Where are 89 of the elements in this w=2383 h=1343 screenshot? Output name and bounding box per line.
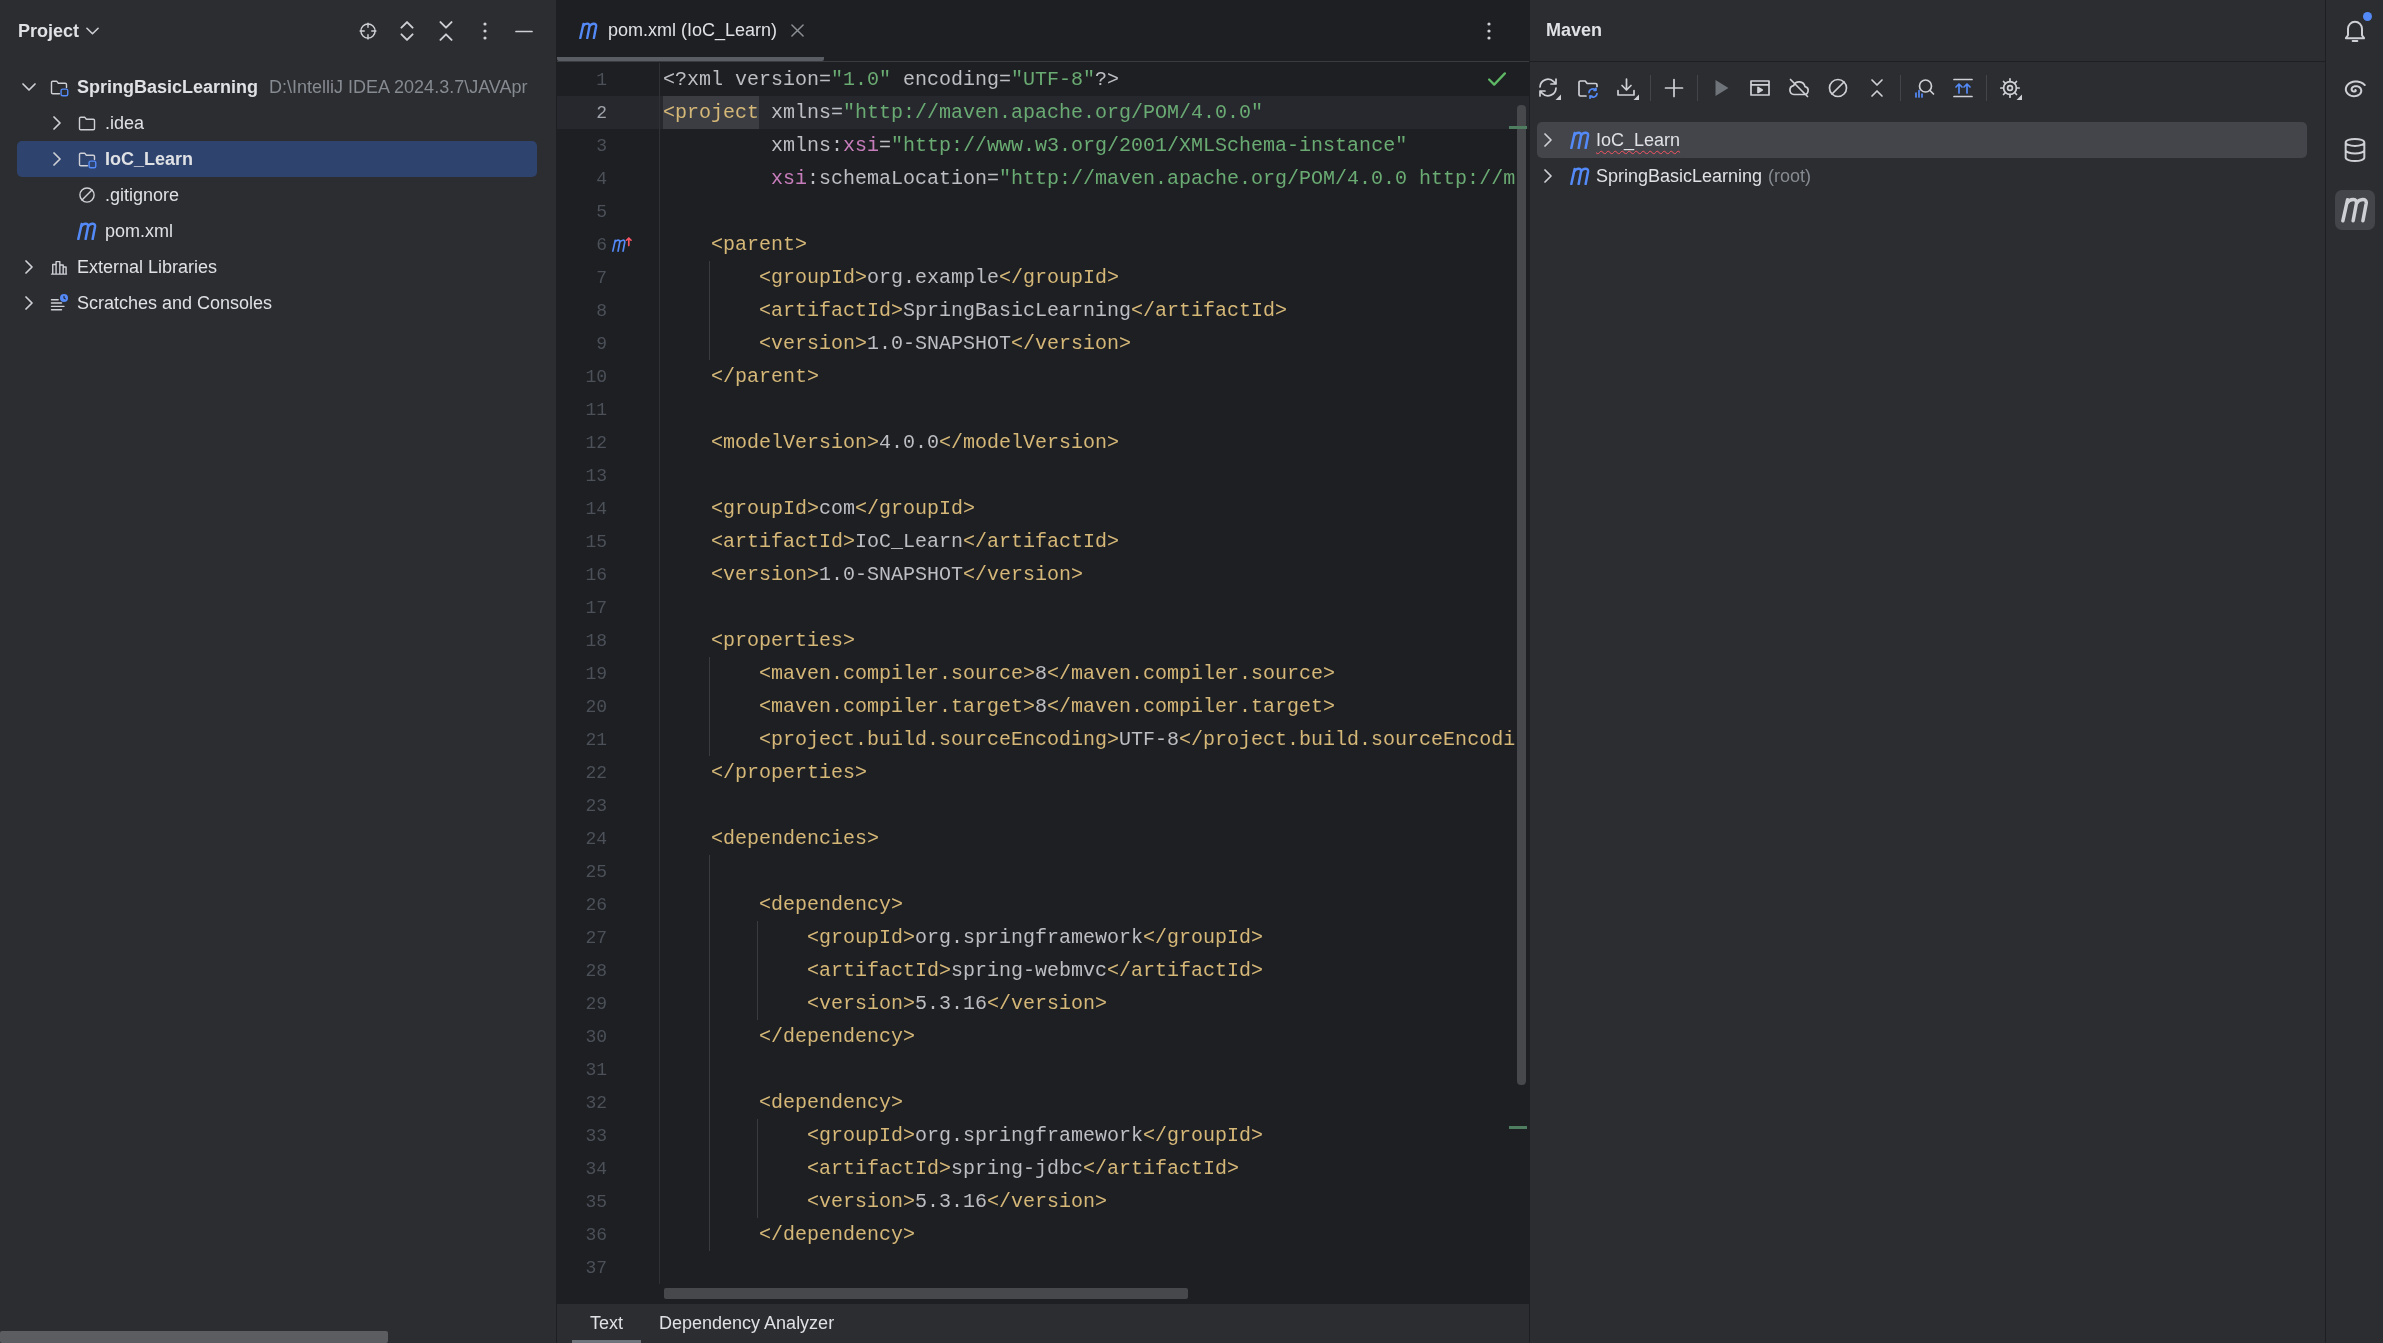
code-line: <version>1.0-SNAPSHOT</version> bbox=[759, 331, 1132, 357]
tree-item[interactable]: pom.xml bbox=[17, 213, 537, 249]
code-line: </parent> bbox=[711, 364, 820, 390]
letter-m-icon bbox=[1570, 130, 1590, 150]
chevron-down-icon[interactable] bbox=[86, 27, 100, 35]
code-line: <maven.compiler.source>8</maven.compiler.source> bbox=[759, 661, 1336, 687]
tree-item[interactable]: IoC_Learn bbox=[17, 141, 537, 177]
line-number: 2 bbox=[595, 102, 607, 123]
editor-tab[interactable]: pom.xml (IoC_Learn) bbox=[557, 0, 825, 61]
code-line: <artifactId>spring-jdbc</artifactId> bbox=[807, 1156, 1240, 1182]
cloud-off-icon[interactable] bbox=[1787, 76, 1811, 100]
code-line: <?xml version="1.0" encoding="UTF-8"?> bbox=[663, 67, 1120, 93]
code-line: <modelVersion>4.0.0</modelVersion> bbox=[711, 430, 1120, 456]
close-icon[interactable] bbox=[791, 24, 805, 37]
code-line: <project.build.sourceEncoding>UTF-8</project.build.sourceEncodi bbox=[759, 727, 1516, 753]
scrollbar-thumb[interactable] bbox=[664, 1288, 1188, 1299]
code-line: <dependency> bbox=[759, 892, 904, 918]
plus-icon[interactable] bbox=[1662, 76, 1686, 100]
tree-item[interactable]: .idea bbox=[17, 105, 537, 141]
check-icon bbox=[1488, 72, 1506, 86]
chevron-right-icon[interactable] bbox=[53, 116, 61, 130]
letter-m-icon[interactable] bbox=[2340, 197, 2369, 223]
code-line: </dependency> bbox=[759, 1222, 916, 1248]
change-marker-icon bbox=[1509, 126, 1527, 129]
code-line: <artifactId>SpringBasicLearning</artifactId> bbox=[759, 298, 1288, 324]
code-line: <version>5.3.16</version> bbox=[807, 991, 1108, 1017]
scrollbar-thumb[interactable] bbox=[1517, 105, 1526, 1085]
circle-slash-icon[interactable] bbox=[1826, 76, 1850, 100]
tool-window-button[interactable] bbox=[2334, 190, 2375, 230]
code-line: <version>5.3.16</version> bbox=[807, 1189, 1108, 1215]
letter-m-icon bbox=[1570, 166, 1590, 186]
module-note: (root) bbox=[1768, 165, 1812, 187]
circle-slash-icon bbox=[77, 185, 97, 205]
letter-m-icon bbox=[579, 21, 598, 40]
tree-item[interactable]: Scratches and Consoles bbox=[17, 285, 537, 321]
code-line: <parent> bbox=[711, 232, 807, 258]
chevron-down-icon[interactable] bbox=[22, 83, 36, 91]
chevron-right-icon[interactable] bbox=[1544, 133, 1552, 147]
code-line: </properties> bbox=[711, 760, 868, 786]
magnifier-bars-icon[interactable] bbox=[1912, 76, 1936, 100]
code-line: <groupId>org.springframework</groupId> bbox=[807, 1123, 1264, 1149]
project-view-selector[interactable]: Project bbox=[18, 20, 100, 42]
panel-title: Maven bbox=[1546, 20, 1603, 41]
settings-icon[interactable] bbox=[1998, 76, 2022, 100]
module-folder-icon bbox=[49, 77, 69, 97]
module-folder-icon bbox=[77, 149, 97, 169]
tree-item[interactable]: .gitignore bbox=[17, 177, 537, 213]
tree-item[interactable]: External Libraries bbox=[17, 249, 537, 285]
code-line: <properties> bbox=[711, 628, 856, 654]
collapse-all-icon[interactable] bbox=[439, 21, 453, 41]
code-line: xsi:schemaLocation="http://maven.apache.org/POM/4.0.0 http://m bbox=[771, 166, 1516, 192]
code-line: </dependency> bbox=[759, 1024, 916, 1050]
tree-item[interactable]: SpringBasicLearning D:\IntelliJ IDEA 2024.3.7\JAVApr bbox=[17, 69, 537, 105]
folder-icon bbox=[77, 113, 97, 133]
crosshair-icon[interactable] bbox=[358, 21, 378, 41]
expand-all-icon[interactable] bbox=[400, 21, 414, 41]
code-line: <groupId>org.springframework</groupId> bbox=[807, 925, 1264, 951]
path-hint: D:\IntelliJ IDEA 2024.3.7\JAVApr bbox=[269, 76, 528, 98]
tree-item[interactable]: IoC_Learn bbox=[1537, 122, 2307, 158]
tree-item[interactable]: SpringBasicLearning (root) bbox=[1537, 158, 2307, 194]
scrollbar-thumb[interactable] bbox=[0, 1331, 388, 1343]
code-line: <groupId>com</groupId> bbox=[711, 496, 976, 522]
code-line: <artifactId>IoC_Learn</artifactId> bbox=[711, 529, 1120, 555]
editor-mode-tab[interactable]: Dependency Analyzer bbox=[641, 1304, 853, 1343]
module-name: SpringBasicLearning bbox=[1596, 165, 1763, 187]
code-line: <groupId>org.example</groupId> bbox=[759, 265, 1120, 291]
arrows-up-icon[interactable] bbox=[1951, 76, 1975, 100]
lines-clock-icon bbox=[49, 293, 69, 313]
code-line: <dependencies> bbox=[711, 826, 880, 852]
code-line: <artifactId>spring-webmvc</artifactId> bbox=[807, 958, 1264, 984]
more-icon[interactable] bbox=[1487, 21, 1491, 40]
code-line: <dependency> bbox=[759, 1090, 904, 1116]
code-line: <maven.compiler.target>8</maven.compiler.target> bbox=[759, 694, 1336, 720]
m-up-arrow-icon[interactable] bbox=[612, 236, 632, 253]
code-line: <project xmlns="http://maven.apache.org/POM/4.0.0" bbox=[663, 96, 1264, 129]
refresh-icon[interactable] bbox=[1537, 76, 1561, 100]
module-name: IoC_Learn bbox=[1596, 129, 1681, 151]
code-line: xmlns:xsi="http://www.w3.org/2001/XMLSchema-instance" bbox=[771, 133, 1408, 159]
download-icon[interactable] bbox=[1615, 76, 1639, 100]
chevron-right-icon[interactable] bbox=[53, 152, 61, 166]
code-line: <version>1.0-SNAPSHOT</version> bbox=[711, 562, 1084, 588]
editor-mode-tab[interactable]: Text bbox=[572, 1304, 641, 1343]
minimize-icon[interactable] bbox=[515, 29, 533, 33]
letter-m-icon bbox=[77, 221, 97, 241]
chevron-right-icon[interactable] bbox=[25, 296, 33, 310]
change-marker-icon bbox=[1509, 1126, 1527, 1129]
more-icon[interactable] bbox=[483, 22, 487, 40]
chevron-right-icon[interactable] bbox=[1544, 169, 1552, 183]
chevron-right-icon[interactable] bbox=[25, 260, 33, 274]
